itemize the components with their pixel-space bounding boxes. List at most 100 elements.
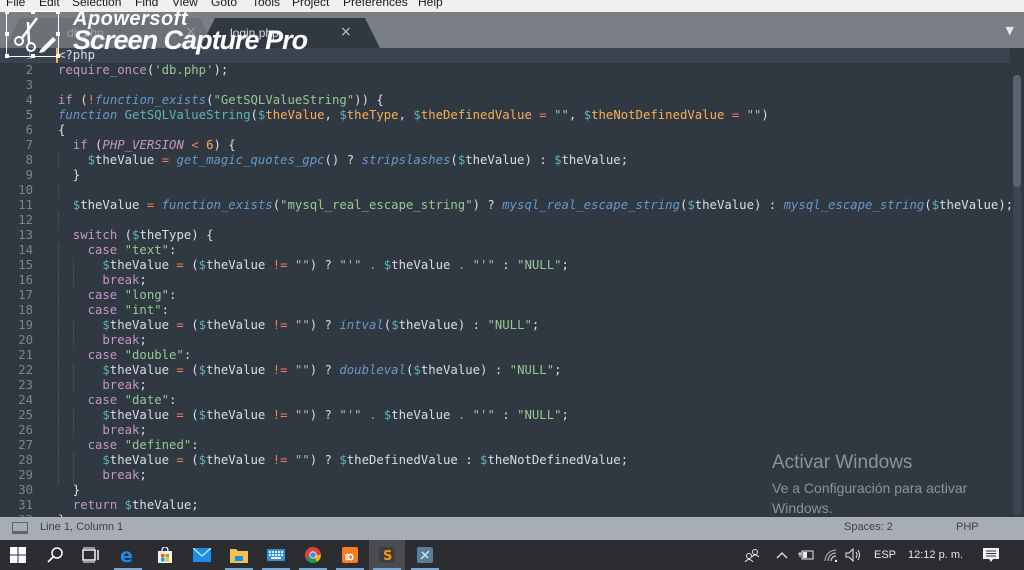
volume-icon[interactable] [845, 540, 863, 570]
code-text: if (!function_exists("GetSQLValueString"… [58, 93, 384, 107]
indent-guide [58, 438, 59, 453]
code-line[interactable]: 2 require_once('db.php'); [0, 63, 1010, 78]
line-number: 21 [18, 348, 33, 362]
code-text: switch ($theType) { [72, 228, 214, 242]
indent-guide [58, 288, 59, 303]
battery-charging-icon[interactable] [798, 540, 814, 570]
line-number: 31 [18, 498, 33, 512]
code-line[interactable]: 18 case "int": [0, 303, 1010, 318]
clock[interactable]: 12:12 p. m. [908, 540, 963, 570]
code-line[interactable]: 16 break; [0, 273, 1010, 288]
close-icon[interactable]: × [340, 24, 352, 40]
code-line[interactable]: 25 $theValue = ($theValue != "") ? "'" . … [0, 408, 1010, 423]
xampp-icon: ఐ [342, 547, 358, 563]
code-line[interactable]: 22 $theValue = ($theValue != "") ? double… [0, 363, 1010, 378]
taskbar-mail[interactable] [184, 540, 220, 570]
code-line[interactable]: 12 [0, 213, 1010, 228]
search-button[interactable] [37, 540, 73, 570]
line-number: 3 [25, 78, 33, 92]
line-number: 29 [18, 468, 33, 482]
windows-activation-watermark: Activar Windows Ve a Configuración para … [772, 452, 1002, 518]
code-line[interactable]: 5 function GetSQLValueString($theValue, $… [0, 108, 1010, 123]
code-line[interactable]: 13 switch ($theType) { [0, 228, 1010, 243]
code-line[interactable]: 17 case "long": [0, 288, 1010, 303]
line-number: 7 [25, 138, 33, 152]
menu-edit[interactable]: Edit [39, 0, 60, 9]
scissors-pen-icon [14, 17, 56, 53]
taskbar-capture-tool[interactable] [407, 540, 443, 570]
menu-preferences[interactable]: Preferences [343, 0, 408, 9]
indent-guide [72, 273, 74, 288]
line-number: 27 [18, 438, 33, 452]
code-line[interactable]: 21 case "double": [0, 348, 1010, 363]
line-number: 9 [25, 168, 33, 182]
scrollbar-thumb[interactable] [1013, 75, 1021, 187]
code-line[interactable]: 26 break; [0, 423, 1010, 438]
indent-guide [58, 408, 59, 423]
taskbar-xampp[interactable]: ఐ [332, 540, 368, 570]
code-line[interactable]: 11 $theValue = function_exists("mysql_rea… [0, 198, 1013, 213]
code-line[interactable]: 6{ [0, 123, 1010, 138]
code-line[interactable]: 3 [0, 78, 1010, 93]
screen-capture-logo [5, 10, 60, 58]
indent-guide [58, 363, 59, 378]
code-line[interactable]: 15 $theValue = ($theValue != "") ? "'" . … [0, 258, 1010, 273]
action-center-icon[interactable] [983, 540, 999, 570]
start-button[interactable] [0, 540, 36, 570]
indent-guide [58, 243, 59, 258]
code-line[interactable]: 7 if (PHP_VERSION < 6) { [0, 138, 1010, 153]
code-text: case "double": [87, 348, 192, 362]
taskbar-chrome[interactable] [295, 540, 331, 570]
tab-list-dropdown-icon[interactable]: ▼ [1006, 24, 1014, 37]
code-line[interactable]: 27 case "defined": [0, 438, 1010, 453]
task-view-button[interactable] [73, 540, 109, 570]
menu-goto[interactable]: Goto [211, 0, 237, 9]
code-text: if (PHP_VERSION < 6) { [72, 138, 236, 152]
menu-project[interactable]: Project [292, 0, 329, 9]
menu-help[interactable]: Help [418, 0, 443, 9]
taskbar-sublime-text[interactable]: S [369, 540, 405, 570]
keyboard-icon [267, 549, 285, 561]
syntax-selector[interactable]: PHP [956, 521, 979, 533]
mail-icon [193, 548, 211, 562]
line-number: 26 [18, 423, 33, 437]
menu-file[interactable]: File [6, 0, 25, 9]
line-number: 20 [18, 333, 33, 347]
line-number: 30 [18, 483, 33, 497]
folder-icon [230, 549, 248, 563]
code-line[interactable]: 10 [0, 183, 1010, 198]
indent-guide [58, 183, 59, 198]
taskbar-store[interactable] [147, 540, 183, 570]
code-line[interactable]: 23 break; [0, 378, 1010, 393]
code-line[interactable]: 8 $theValue = get_magic_quotes_gpc() ? st… [0, 153, 1010, 168]
code-line[interactable]: 14 case "text": [0, 243, 1010, 258]
code-line[interactable]: 19 $theValue = ($theValue != "") ? intval… [0, 318, 1010, 333]
code-line[interactable]: 20 break; [0, 333, 1010, 348]
code-line[interactable]: 4 if (!function_exists("GetSQLValueString… [0, 93, 1010, 108]
svg-text:e: e [120, 546, 133, 564]
wifi-icon[interactable] [823, 540, 839, 570]
menu-tools[interactable]: Tools [252, 0, 280, 9]
people-icon[interactable] [744, 540, 760, 570]
search-icon [47, 547, 63, 563]
capture-tool-icon [417, 547, 433, 563]
code-text: break; [102, 423, 147, 437]
code-editor[interactable]: 1 <?php 2 require_once('db.php'); 3 4 if (!fun… [0, 48, 1024, 517]
input-language[interactable]: ESP [874, 540, 896, 570]
code-line[interactable]: 9} [0, 168, 1010, 183]
taskbar-keyboard[interactable] [258, 540, 294, 570]
taskbar-file-explorer[interactable] [221, 540, 257, 570]
line-number: 4 [25, 93, 33, 107]
code-text: $theValue = ($theValue != "") ? intval($… [102, 318, 540, 332]
vertical-scrollbar[interactable] [1013, 75, 1021, 515]
task-view-icon [82, 547, 99, 563]
indent-guide [58, 348, 59, 363]
panel-toggle-icon[interactable] [12, 522, 28, 534]
show-hidden-icons-chevron-icon[interactable] [776, 540, 788, 570]
code-text: $theValue = ($theValue != "") ? "'" . $t… [102, 258, 569, 272]
taskbar-edge[interactable]: e [110, 540, 146, 570]
indentation-setting[interactable]: Spaces: 2 [844, 521, 893, 533]
line-number: 28 [18, 453, 33, 467]
code-line[interactable]: 24 case "date": [0, 393, 1010, 408]
code-text: } [72, 168, 81, 182]
